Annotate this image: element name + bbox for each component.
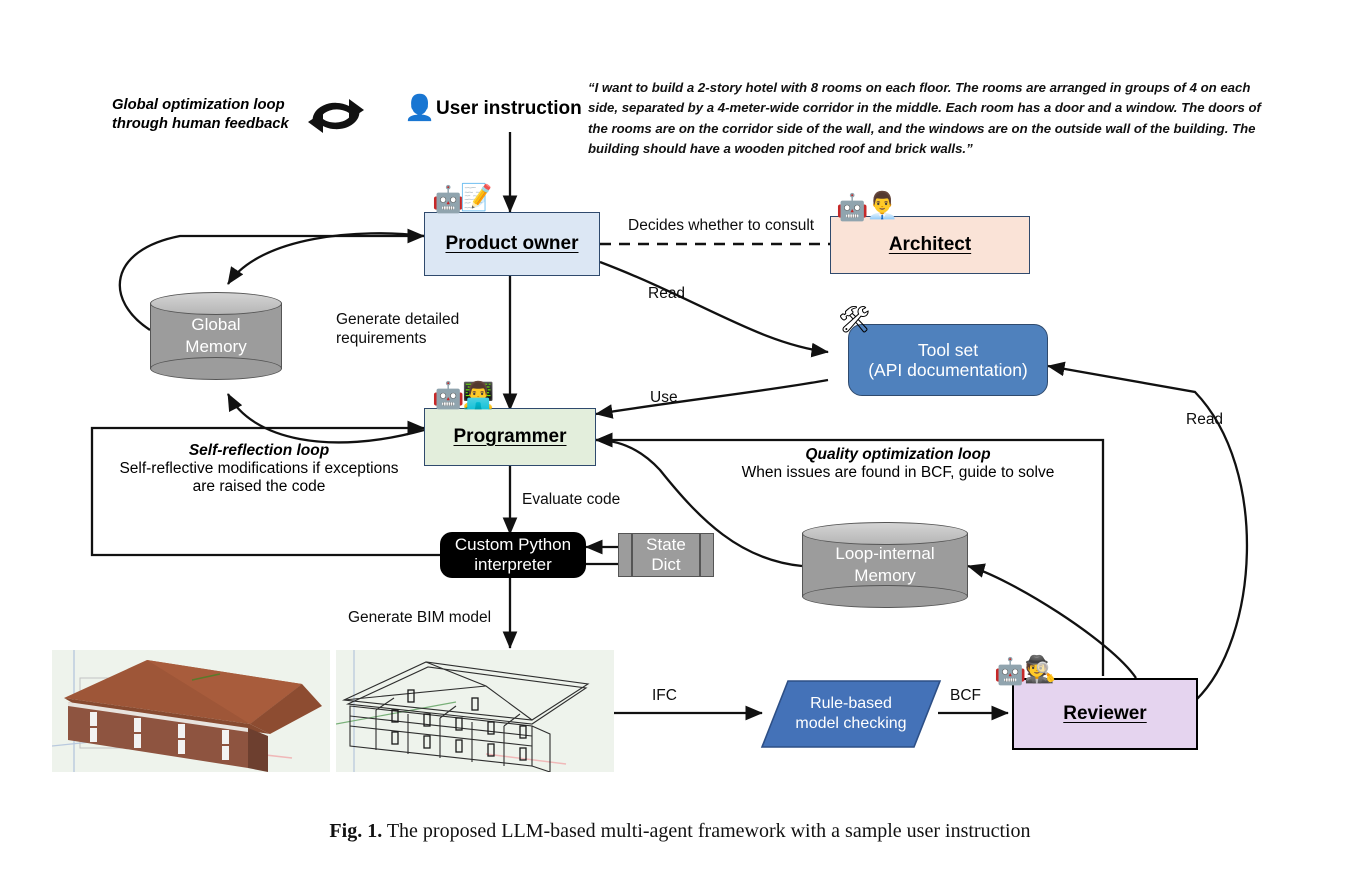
- product-owner-node[interactable]: Product owner: [424, 212, 600, 276]
- reviewer-node[interactable]: Reviewer: [1012, 678, 1198, 750]
- tool-set-line2: (API documentation): [868, 360, 1028, 380]
- loop-memory-line2: Memory: [854, 566, 916, 585]
- edge-label-bcf: BCF: [950, 687, 981, 704]
- user-silhouette-icon: 👤: [404, 94, 436, 122]
- custom-python-interpreter-node[interactable]: Custom Python interpreter: [440, 532, 586, 578]
- state-dict-line1: State: [646, 535, 686, 555]
- tools-hammer-wrench-icon: 🛠: [838, 304, 872, 334]
- edge-label-ifc: IFC: [652, 687, 677, 704]
- detective-icon: 🕵: [1024, 654, 1057, 684]
- programmer-node[interactable]: Programmer: [424, 408, 596, 466]
- global-memory-line2: Memory: [185, 337, 247, 356]
- loop-internal-memory-node[interactable]: Loop-internal Memory: [802, 522, 968, 608]
- global-memory-text: Global Memory: [150, 292, 282, 380]
- state-dict-node[interactable]: State Dict: [618, 533, 714, 577]
- memo-pencil-icon: 📝: [460, 182, 493, 212]
- edge-programmer-to-global-memory: [226, 393, 425, 444]
- state-dict-line2: Dict: [651, 555, 681, 574]
- model-checking-text: Rule-based model checking: [760, 679, 942, 749]
- solid-model-render: [52, 650, 330, 772]
- programmer-label: Programmer: [453, 426, 567, 448]
- office-worker-icon: 👨‍💼: [866, 190, 899, 220]
- caption-label: Fig. 1.: [329, 820, 383, 842]
- user-instruction-text: “I want to build a 2-story hotel with 8 …: [588, 80, 1261, 157]
- interpreter-line2: interpreter: [474, 555, 552, 574]
- wireframe-model-render: [336, 650, 614, 772]
- edge-label-generate-requirements: Generate detailed requirements: [336, 310, 506, 349]
- reviewer-label: Reviewer: [1063, 703, 1147, 725]
- self-reflection-title: Self-reflection loop: [188, 442, 330, 459]
- edge-label-read-right: Read: [1186, 411, 1224, 428]
- refresh-cycle-icon: [308, 99, 364, 133]
- interpreter-line1: Custom Python: [454, 535, 572, 555]
- technologist-icon: 👨‍💻: [462, 380, 495, 410]
- user-instruction-label: User instruction: [436, 98, 582, 119]
- rule-based-model-checking-node[interactable]: Rule-based model checking: [760, 679, 942, 749]
- loop-memory-text: Loop-internal Memory: [802, 522, 968, 608]
- global-memory-line1: Global: [191, 314, 241, 334]
- robot-icon: 🤖: [994, 656, 1027, 686]
- quality-optimization-loop-note: Quality optimization loop When issues ar…: [700, 446, 1096, 482]
- self-reflection-line1: Self-reflective modifications if excepti…: [119, 460, 399, 477]
- architect-node[interactable]: Architect: [830, 216, 1030, 274]
- gen-req-line2: requirements: [336, 330, 427, 348]
- quality-title: Quality optimization loop: [805, 446, 991, 463]
- model-checking-line2: model checking: [795, 715, 907, 732]
- self-reflection-line2: are raised the code: [192, 478, 326, 495]
- edge-label-decides: Decides whether to consult: [628, 217, 815, 234]
- gen-req-line1: Generate detailed: [336, 311, 460, 328]
- caption-text: The proposed LLM-based multi-agent frame…: [382, 820, 1031, 842]
- edge-po-to-toolset-read: [599, 260, 829, 358]
- tool-set-node[interactable]: Tool set (API documentation): [848, 324, 1048, 396]
- product-owner-label: Product owner: [445, 233, 579, 255]
- model-checking-line1: Rule-based: [810, 695, 892, 712]
- quality-line1: When issues are found in BCF, guide to s…: [741, 464, 1055, 481]
- robot-icon: 🤖: [836, 192, 869, 222]
- edge-label-generate-bim: Generate BIM model: [348, 609, 492, 626]
- global-memory-node[interactable]: Global Memory: [150, 292, 282, 380]
- figure-caption: Fig. 1. The proposed LLM-based multi-age…: [0, 820, 1360, 843]
- robot-icon: 🤖: [432, 380, 465, 410]
- edge-label-use: Use: [650, 389, 678, 406]
- edge-label-evaluate-code: Evaluate code: [522, 491, 621, 508]
- edge-label-read-top: Read: [648, 285, 686, 302]
- self-reflection-loop-note: Self-reflection loop Self-reflective mod…: [100, 442, 418, 496]
- edge-toolset-to-programmer-use: [595, 378, 829, 419]
- architect-label: Architect: [888, 234, 972, 256]
- tool-set-line1: Tool set: [917, 339, 979, 360]
- edge-po-to-global-memory: [227, 232, 425, 285]
- figure-canvas: Global optimization loop through human f…: [0, 0, 1360, 882]
- loop-memory-line1: Loop-internal: [835, 543, 935, 563]
